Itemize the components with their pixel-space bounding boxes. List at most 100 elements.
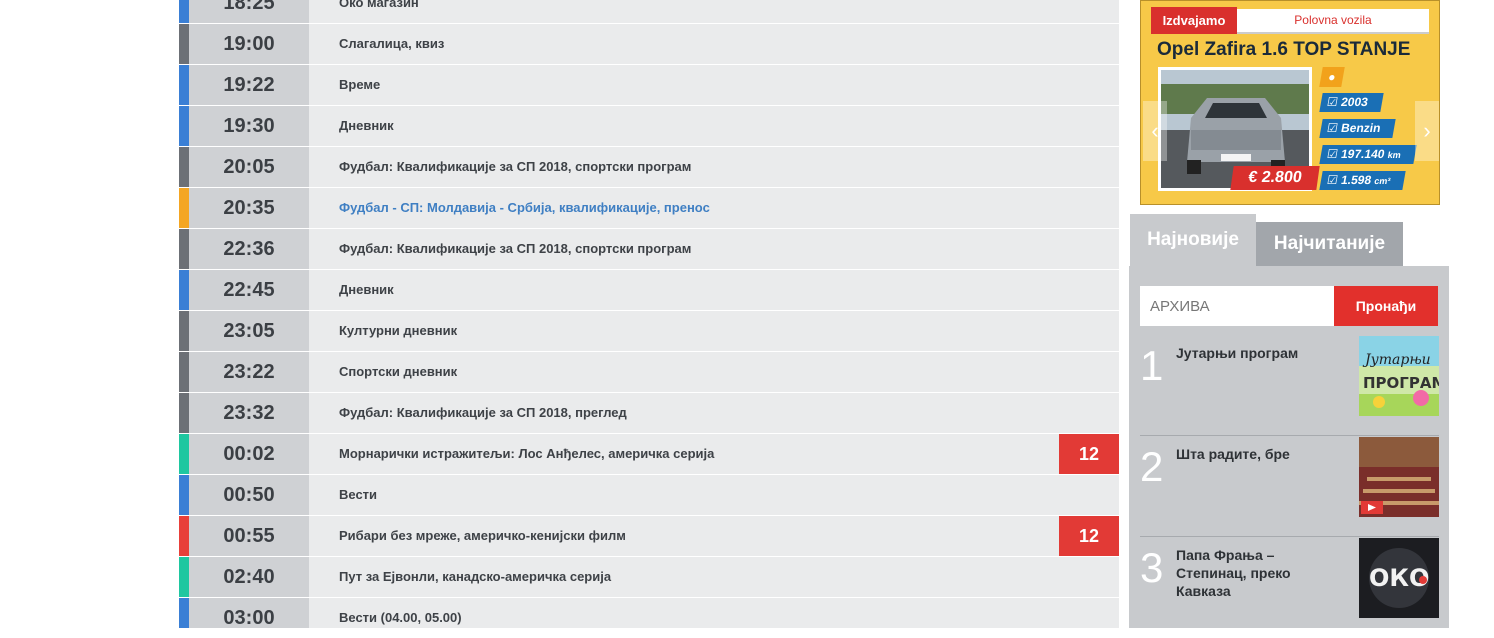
show-time: 22:36 [223, 238, 275, 260]
show-title[interactable]: Слагалица, квиз [339, 24, 444, 64]
schedule-row[interactable]: 20:05 Фудбал: Квалификације за СП 2018, с… [179, 147, 1119, 187]
show-title[interactable]: Дневник [339, 270, 394, 310]
divider [1140, 536, 1439, 537]
category-marker [179, 0, 189, 23]
show-time: 23:22 [223, 361, 275, 383]
show-time: 20:05 [223, 156, 275, 178]
ad-car-title[interactable]: Opel Zafira 1.6 TOP STANJE [1157, 39, 1410, 61]
show-time: 23:32 [223, 402, 275, 424]
spec-engine: ☑ 1.598 cm³ [1319, 171, 1407, 190]
show-title[interactable]: Културни дневник [339, 311, 457, 351]
show-title[interactable]: Дневник [339, 106, 394, 146]
show-time: 02:40 [223, 566, 275, 588]
item-rank: 1 [1140, 342, 1164, 389]
schedule-row[interactable]: 22:36 Фудбал: Квалификације за СП 2018, с… [179, 229, 1119, 269]
show-time: 19:30 [223, 115, 275, 137]
show-time: 22:45 [223, 279, 275, 301]
show-time: 19:00 [223, 33, 275, 55]
show-title[interactable]: Рибари без мреже, америчко-кенијски филм [339, 516, 626, 556]
schedule-row[interactable]: 23:32 Фудбал: Квалификације за СП 2018, п… [179, 393, 1119, 433]
item-rank: 3 [1140, 544, 1164, 591]
ad-category-label[interactable]: Polovna vozila [1237, 9, 1429, 34]
list-item[interactable]: 3 Папа Фрања – Степинац, преко Кавказа О… [1140, 538, 1439, 638]
show-title[interactable]: Вести [339, 475, 377, 515]
category-marker [179, 229, 189, 269]
item-thumbnail[interactable]: Јутарњи ПРОГРАМ [1359, 336, 1446, 416]
show-time: 23:05 [223, 320, 275, 342]
show-title[interactable]: Фудбал: Квалификације за СП 2018, спортс… [339, 147, 691, 187]
show-time: 00:50 [223, 484, 275, 506]
schedule-row[interactable]: 02:40 Пут за Ејвонли, канадско-америчка с… [179, 557, 1119, 597]
archive-search-input[interactable] [1140, 286, 1334, 326]
show-title[interactable]: Вести (04.00, 05.00) [339, 598, 462, 628]
category-marker [179, 516, 189, 556]
category-marker [179, 106, 189, 146]
category-marker [179, 393, 189, 433]
featured-label: Izdvajamo [1151, 7, 1237, 34]
age-rating-badge: 12 [1059, 434, 1119, 474]
show-time: 18:25 [223, 0, 275, 14]
show-title[interactable]: Око магазин [339, 0, 419, 23]
show-time: 00:02 [223, 443, 275, 465]
category-marker [179, 270, 189, 310]
ad-price: € 2.800 [1230, 166, 1320, 190]
item-thumbnail[interactable] [1359, 437, 1439, 517]
sidebar: Izdvajamo Polovna vozila Opel Zafira 1.6… [1129, 0, 1449, 628]
schedule-row[interactable]: 22:45 Дневник [179, 270, 1119, 310]
category-marker [179, 557, 189, 597]
show-title[interactable]: Морнарички истражитељи: Лос Анђелес, аме… [339, 434, 714, 474]
schedule-row[interactable]: 00:55 Рибари без мреже, америчко-кенијски… [179, 516, 1119, 556]
show-time: 20:35 [223, 197, 275, 219]
show-title[interactable]: Спортски дневник [339, 352, 457, 392]
divider [1140, 435, 1439, 436]
category-marker [179, 311, 189, 351]
show-title[interactable]: Фудбал: Квалификације за СП 2018, прегле… [339, 393, 627, 433]
category-marker [179, 188, 189, 228]
category-marker [179, 475, 189, 515]
show-time: 19:22 [223, 74, 275, 96]
item-thumbnail[interactable]: ОКО [1359, 538, 1439, 618]
schedule-row[interactable]: 03:00 Вести (04.00, 05.00) [179, 598, 1119, 628]
schedule-row[interactable]: 23:05 Културни дневник [179, 311, 1119, 351]
tv-schedule: 18:25 Око магазин 19:00 Слагалица, квиз 19:2… [179, 0, 1119, 628]
spec-year: ☑ 2003 [1319, 93, 1384, 112]
show-time: 00:55 [223, 525, 275, 547]
chevron-left-icon[interactable]: ‹ [1143, 101, 1167, 161]
show-title[interactable]: Фудбал: Квалификације за СП 2018, спортс… [339, 229, 691, 269]
list-item[interactable]: 2 Шта радите, бре [1140, 437, 1439, 537]
spec-mileage: ☑ 197.140 km [1319, 145, 1417, 164]
schedule-row[interactable]: 00:50 Вести [179, 475, 1119, 515]
category-marker [179, 598, 189, 628]
news-tabs: Најновије Најчитаније [1129, 214, 1449, 266]
location-pin-icon: ● [1319, 67, 1345, 87]
schedule-row[interactable]: 00:02 Морнарички истражитељи: Лос Анђелес… [179, 434, 1119, 474]
thumb-script-text: Јутарњи [1362, 352, 1431, 368]
chevron-right-icon[interactable]: › [1415, 101, 1439, 161]
schedule-row[interactable]: 19:22 Време [179, 65, 1119, 105]
car-ad-banner[interactable]: Izdvajamo Polovna vozila Opel Zafira 1.6… [1140, 0, 1440, 205]
schedule-row[interactable]: 18:25 Око магазин [179, 0, 1119, 23]
age-rating-badge: 12 [1059, 516, 1119, 556]
schedule-row[interactable]: 20:35 Фудбал - СП: Молдавија - Србија, кв… [179, 188, 1119, 228]
item-title[interactable]: Папа Фрања – Степинац, преко Кавказа [1176, 546, 1316, 600]
news-panel: Пронађи 1 Јутарњи програм Јутарњи ПРОГРА… [1129, 266, 1449, 628]
tab-newest[interactable]: Најновије [1130, 214, 1256, 266]
schedule-row[interactable]: 19:00 Слагалица, квиз [179, 24, 1119, 64]
category-marker [179, 65, 189, 105]
schedule-row[interactable]: 23:22 Спортски дневник [179, 352, 1119, 392]
item-rank: 2 [1140, 443, 1164, 490]
category-marker [179, 147, 189, 187]
show-title[interactable]: Пут за Ејвонли, канадско-америчка серија [339, 557, 611, 597]
show-title[interactable]: Време [339, 65, 380, 105]
schedule-row[interactable]: 19:30 Дневник [179, 106, 1119, 146]
list-item[interactable]: 1 Јутарњи програм Јутарњи ПРОГРАМ [1140, 336, 1446, 436]
tab-most-read[interactable]: Најчитаније [1256, 222, 1403, 266]
category-marker [179, 352, 189, 392]
category-marker [179, 24, 189, 64]
item-title[interactable]: Јутарњи програм [1176, 344, 1316, 362]
search-button[interactable]: Пронађи [1334, 286, 1438, 326]
item-title[interactable]: Шта радите, бре [1176, 445, 1316, 463]
show-title[interactable]: Фудбал - СП: Молдавија - Србија, квалифи… [339, 188, 710, 228]
show-time: 03:00 [223, 607, 275, 628]
category-marker [179, 434, 189, 474]
